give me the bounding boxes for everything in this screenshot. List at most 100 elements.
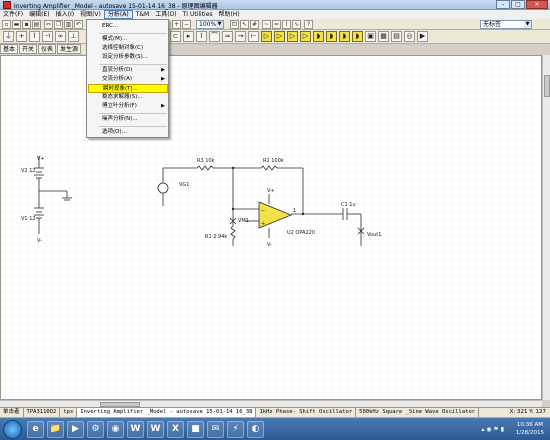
menu-file[interactable]: 文件(F)	[0, 10, 26, 19]
battery-icon[interactable]: ⊥	[68, 31, 79, 42]
menu-tm[interactable]: T&M	[133, 10, 153, 19]
tab-basic[interactable]: 基本	[0, 44, 19, 54]
menu-item-noise[interactable]: 噪声分析(N)...	[88, 115, 168, 124]
menu-item-erc[interactable]: ERC...	[88, 22, 168, 31]
cut-icon[interactable]: ✂	[44, 20, 53, 29]
chrome-icon[interactable]: ◉	[107, 421, 124, 438]
folder-icon[interactable]: 📁	[47, 421, 64, 438]
zoom-in-icon[interactable]: +	[172, 20, 181, 29]
mail-icon[interactable]: ✉	[207, 421, 224, 438]
new-file-icon[interactable]: ▫	[2, 20, 11, 29]
settings-app-icon[interactable]: ⚙	[87, 421, 104, 438]
wire-icon[interactable]: +	[16, 31, 27, 42]
menu-item-ac-analysis[interactable]: 交流分析(A) ▶	[88, 75, 168, 84]
flipflop-icon[interactable]: ▣	[365, 31, 376, 42]
doc-tab[interactable]: tps	[60, 408, 78, 417]
comparator-icon[interactable]: ▷	[274, 31, 285, 42]
pointer-icon[interactable]: ↖	[240, 20, 249, 29]
zoom-fit-icon[interactable]: ⊡	[230, 20, 239, 29]
maximize-button[interactable]: □	[511, 0, 525, 9]
clock[interactable]: 10:36 AM 1/28/2015	[516, 421, 544, 437]
zoom-combo[interactable]: 100% ▼	[196, 20, 224, 29]
menu-edit[interactable]: 编辑(E)	[26, 10, 52, 19]
transformer-icon[interactable]: ⌇	[196, 31, 207, 42]
menu-item-steady-state[interactable]: 稳态求解器(S)...	[88, 93, 168, 102]
help-icon[interactable]: ?	[304, 20, 313, 29]
ie-icon[interactable]: e	[27, 421, 44, 438]
opamp-icon[interactable]: ▷	[261, 31, 272, 42]
app-icon[interactable]: ■	[187, 421, 204, 438]
menu-insert[interactable]: 插入(I)	[53, 10, 77, 19]
horizontal-scrollbar[interactable]	[0, 400, 542, 407]
vertical-scroll-thumb[interactable]	[544, 75, 550, 97]
fourier-icon[interactable]: ∿	[292, 20, 301, 29]
inverter-icon[interactable]: ▷	[300, 31, 311, 42]
zoom-out-icon[interactable]: −	[182, 20, 191, 29]
buffer-icon[interactable]: ▷	[287, 31, 298, 42]
menu-analysis[interactable]: 分析(A)	[103, 10, 133, 19]
open-folder-icon[interactable]: ▬	[12, 20, 21, 29]
counter-icon[interactable]: ▦	[378, 31, 389, 42]
ground-icon[interactable]: ⏚	[3, 31, 14, 42]
doc-tab-active[interactable]: Inverting Amplifier _Model - autosave 15…	[77, 408, 257, 417]
windows-taskbar: e 📁 ▶ ⚙ ◉ W W X ■ ✉ ⚡ ◐ ▴ ◉ ⚑ ▮ 10:36 AM…	[0, 417, 550, 440]
or-gate-icon[interactable]: ◗	[326, 31, 337, 42]
print-icon[interactable]: ▤	[32, 20, 41, 29]
diode-right-icon[interactable]: →	[235, 31, 246, 42]
app-icon-2[interactable]: ◐	[247, 421, 264, 438]
close-button[interactable]: ✕	[526, 0, 548, 9]
inductor-icon[interactable]: ∞	[55, 31, 66, 42]
excel-icon[interactable]: X	[167, 421, 184, 438]
start-button[interactable]	[3, 420, 22, 439]
doc-tab[interactable]: 500kHz Square _Sine Wave Oscillator	[356, 408, 480, 417]
vertical-scrollbar[interactable]	[542, 55, 550, 400]
system-tray-icons[interactable]: ▴ ◉ ⚑ ▮	[481, 426, 504, 433]
paste-icon[interactable]: ▥	[64, 20, 73, 29]
label-combo[interactable]: 无标签 ▼	[480, 20, 532, 29]
undo-icon[interactable]: ↶	[74, 20, 83, 29]
menu-item-set-params[interactable]: 设定分析参数(S)...	[88, 53, 168, 62]
save-icon[interactable]: ▪	[22, 20, 31, 29]
tina-icon[interactable]: ⚡	[227, 421, 244, 438]
menu-item-options[interactable]: 选项(O)...	[88, 128, 168, 137]
doc-tab[interactable]: 单击者	[0, 408, 24, 417]
meter-icon[interactable]: ◎	[404, 31, 415, 42]
tab-sources[interactable]: 发生源	[57, 44, 82, 54]
minimize-button[interactable]: –	[496, 0, 510, 9]
nand-gate-icon[interactable]: ◗	[339, 31, 350, 42]
grid-icon[interactable]: #	[250, 20, 259, 29]
tab-meters[interactable]: 仪表	[38, 44, 57, 54]
menu-item-fourier[interactable]: 傅立叶分析(F) ▶	[88, 102, 168, 111]
nor-gate-icon[interactable]: ◗	[352, 31, 363, 42]
npn-icon[interactable]: ≈	[222, 31, 233, 42]
menu-view[interactable]: 视图(V)	[77, 10, 104, 19]
menu-item-label: 直流分析(D)	[102, 67, 133, 73]
and-gate-icon[interactable]: ◗	[313, 31, 324, 42]
diode-icon[interactable]: ▸	[183, 31, 194, 42]
ac-icon[interactable]: ~	[262, 20, 271, 29]
menu-help[interactable]: 帮助(H)	[216, 10, 243, 19]
jumper-icon[interactable]: ⌒	[209, 31, 220, 42]
mux-icon[interactable]: ▤	[391, 31, 402, 42]
transient-icon[interactable]: ⌇	[282, 20, 291, 29]
copy-icon[interactable]: ❐	[54, 20, 63, 29]
doc-tab[interactable]: 1kHz Phase- Shift Oscillator	[256, 408, 357, 417]
word-icon-2[interactable]: W	[147, 421, 164, 438]
dc-icon[interactable]: =	[272, 20, 281, 29]
menu-ti-utilities[interactable]: TI Utilities	[180, 10, 216, 19]
menu-item-transient[interactable]: 瞬时现象(T)...	[88, 84, 168, 93]
capacitor-icon[interactable]: ⊣	[42, 31, 53, 42]
schematic-canvas[interactable]: − + 1 V2 12 V1 12 V+ V- R3 10k R2 100k R…	[0, 55, 542, 400]
menu-item-select-control[interactable]: 选择控制对象(C)	[88, 44, 168, 53]
mosfet-icon[interactable]: ⊢	[248, 31, 259, 42]
menu-item-dc-analysis[interactable]: 直流分析(D) ▶	[88, 66, 168, 75]
tab-switches[interactable]: 开关	[19, 44, 38, 54]
arrow-right-icon[interactable]: ▶	[417, 31, 428, 42]
word-icon[interactable]: W	[127, 421, 144, 438]
menu-item-mode[interactable]: 模式(M)...	[88, 35, 168, 44]
doc-tab[interactable]: TPA3110D2	[24, 408, 61, 417]
switch-icon[interactable]: ⊂	[170, 31, 181, 42]
resistor-icon[interactable]: ⌇	[29, 31, 40, 42]
media-player-icon[interactable]: ▶	[67, 421, 84, 438]
menu-tools[interactable]: 工具(O)	[152, 10, 179, 19]
